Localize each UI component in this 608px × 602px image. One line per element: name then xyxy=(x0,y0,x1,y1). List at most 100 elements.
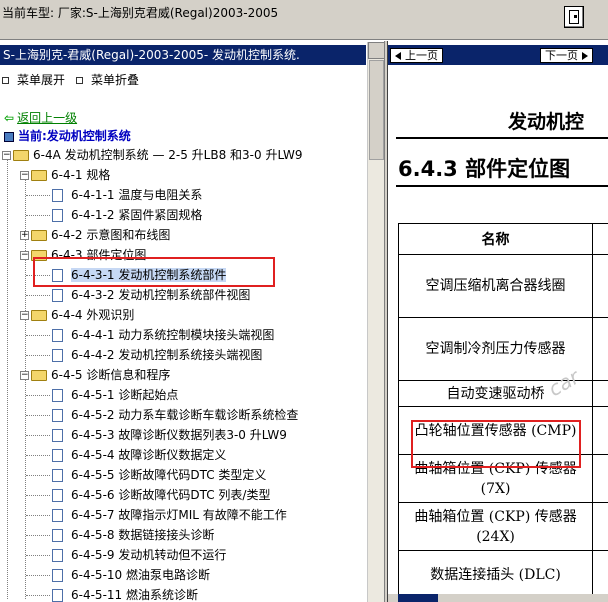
tree-item-label: 6-4-5-2 动力系车载诊断车载诊断系统检查 xyxy=(71,408,299,422)
scroll-thumb[interactable] xyxy=(398,594,438,602)
tree-doc-item[interactable]: 6-4-5-11 燃油系统诊断 xyxy=(52,585,198,602)
tree-header: S-上海别克-君威(Regal)-2003-2005- 发动机控制系统. xyxy=(0,45,366,65)
expand-all-button[interactable]: 菜单展开 xyxy=(2,71,65,88)
tree-doc-item[interactable]: 6-4-1-1 温度与电阻关系 xyxy=(52,185,202,205)
tree-folder-item[interactable]: − 6-4-1 规格 xyxy=(20,165,110,185)
back-link[interactable]: ⇦ 返回上一级 xyxy=(4,109,77,126)
highlight-box-tree xyxy=(33,257,275,287)
arrow-right-icon xyxy=(582,52,588,60)
document-icon xyxy=(52,489,63,502)
document-icon xyxy=(52,289,63,302)
collapse-icon[interactable]: − xyxy=(20,371,29,380)
scroll-up-button[interactable] xyxy=(368,42,385,59)
document-icon xyxy=(52,569,63,582)
tree-item-label: 6-4-2 示意图和布线图 xyxy=(51,228,171,242)
document-icon xyxy=(52,529,63,542)
tree-item-label: 6-4-1-1 温度与电阻关系 xyxy=(71,188,203,202)
tree-item-label: 6-4-1-2 紧固件紧固规格 xyxy=(71,208,203,222)
current-location: 当前:发动机控制系统 xyxy=(4,127,131,144)
tree-folder-item[interactable]: − 6-4-5 诊断信息和程序 xyxy=(20,365,170,385)
tree-item-label: 6-4-5-4 故障诊断仪数据定义 xyxy=(71,448,227,462)
tree-folder-item[interactable]: − 6-4-4 外观识别 xyxy=(20,305,134,325)
tree-doc-item[interactable]: 6-4-5-7 故障指示灯MIL 有故障不能工作 xyxy=(52,505,287,525)
doc-rule xyxy=(396,137,608,139)
tree-doc-item[interactable]: 6-4-5-6 诊断故障代码DTC 列表/类型 xyxy=(52,485,270,505)
arrow-left-icon xyxy=(395,52,401,60)
document-icon xyxy=(52,449,63,462)
tree-item-label: 6-4-5-9 发动机转动但不运行 xyxy=(71,548,227,562)
tree-folder-item[interactable]: +6-4-2 示意图和布线图 xyxy=(20,225,170,245)
tree-item-label: 6-4-1 规格 xyxy=(51,168,111,182)
tree-doc-item[interactable]: 6-4-5-1 诊断起始点 xyxy=(52,385,178,405)
tree-doc-item[interactable]: 6-4-5-3 故障诊断仪数据列表3-0 升LW9 xyxy=(52,425,287,445)
document-icon xyxy=(52,549,63,562)
tree-root[interactable]: −6-4A 发动机控制系统 — 2-5 升LB8 和3-0 升LW9 xyxy=(2,145,303,165)
tree-item-label: 6-4-5-11 燃油系统诊断 xyxy=(71,588,198,602)
part-name-cell: 空调压缩机离合器线圈 xyxy=(397,254,594,318)
table-header-row: 名称 xyxy=(397,223,608,255)
doc-heading: 发动机控 xyxy=(508,111,585,133)
tree-item-label: 6-4-5 诊断信息和程序 xyxy=(51,368,171,382)
tree-panel: S-上海别克-君威(Regal)-2003-2005- 发动机控制系统. 菜单展… xyxy=(0,41,385,602)
part-name-cell: 数据连接插头 (DLC) xyxy=(397,550,594,599)
collapse-icon[interactable]: − xyxy=(20,311,29,320)
tree-doc-item[interactable]: 6-4-5-5 诊断故障代码DTC 类型定义 xyxy=(52,465,266,485)
doc-horizontal-scrollbar[interactable] xyxy=(388,594,608,602)
folder-icon xyxy=(31,310,47,321)
tree-scrollbar[interactable] xyxy=(367,42,385,602)
expand-icon[interactable]: + xyxy=(20,231,29,240)
collapse-all-label: 菜单折叠 xyxy=(91,73,140,87)
doc-rule xyxy=(396,185,608,187)
folder-icon xyxy=(31,230,47,241)
tree-doc-item[interactable]: 6-4-4-2 发动机控制系统接头端视图 xyxy=(52,345,262,365)
tree-item-label: 6-4-5-3 故障诊断仪数据列表3-0 升LW9 xyxy=(71,428,287,442)
collapse-all-button[interactable]: 菜单折叠 xyxy=(76,71,139,88)
expand-square-icon xyxy=(2,77,9,84)
tree-item-label: 6-4-4-1 动力系统控制模块接头端视图 xyxy=(71,328,275,342)
back-link-label: 返回上一级 xyxy=(17,111,78,125)
document-icon xyxy=(52,329,63,342)
document-icon xyxy=(52,189,63,202)
next-page-button[interactable]: 下一页 xyxy=(540,48,593,63)
highlight-box-table xyxy=(411,420,581,468)
document-icon xyxy=(52,349,63,362)
document-panel: 上一页 下一页 发动机控 6.4.3 部件定位图 名称 空调压缩机离合器线圈 空调… xyxy=(388,41,608,602)
folder-icon xyxy=(31,370,47,381)
table-row: 空调制冷剂压力传感器 xyxy=(397,317,608,381)
table-row: 数据连接插头 (DLC) xyxy=(397,550,608,599)
scroll-thumb[interactable] xyxy=(369,60,384,160)
tree-doc-item[interactable]: 6-4-1-2 紧固件紧固规格 xyxy=(52,205,202,225)
tree-doc-item[interactable]: 6-4-5-9 发动机转动但不运行 xyxy=(52,545,226,565)
tree-doc-item[interactable]: 6-4-5-10 燃油泵电路诊断 xyxy=(52,565,210,585)
tree-item-label: 6-4-3-2 发动机控制系统部件视图 xyxy=(71,288,251,302)
folder-icon xyxy=(31,170,47,181)
back-arrow-icon: ⇦ xyxy=(4,111,15,125)
computer-icon xyxy=(4,131,14,142)
document-icon xyxy=(52,389,63,402)
tree-root-label: 6-4A 发动机控制系统 — 2-5 升LB8 和3-0 升LW9 xyxy=(33,148,303,162)
part-name-cell: 曲轴箱位置 (CKP) 传感器 (24X) xyxy=(397,502,594,551)
prev-page-button[interactable]: 上一页 xyxy=(390,48,443,63)
collapse-icon[interactable]: − xyxy=(20,251,29,260)
tree-doc-item[interactable]: 6-4-3-2 发动机控制系统部件视图 xyxy=(52,285,250,305)
tree-doc-item[interactable]: 6-4-5-4 故障诊断仪数据定义 xyxy=(52,445,226,465)
tree-item-label: 6-4-4-2 发动机控制系统接头端视图 xyxy=(71,348,263,362)
document-icon xyxy=(52,469,63,482)
document-icon xyxy=(52,209,63,222)
top-bar: 当前车型: 厂家:S-上海别克君威(Regal)2003-2005 xyxy=(0,0,608,40)
document-icon xyxy=(52,429,63,442)
table-header-name: 名称 xyxy=(397,223,594,255)
door-exit-icon xyxy=(569,10,579,24)
document-icon xyxy=(52,509,63,522)
expand-all-label: 菜单展开 xyxy=(17,73,66,87)
tree-item-label: 6-4-5-10 燃油泵电路诊断 xyxy=(71,568,210,582)
tree-doc-item[interactable]: 6-4-4-1 动力系统控制模块接头端视图 xyxy=(52,325,274,345)
collapse-icon[interactable]: − xyxy=(20,171,29,180)
current-vehicle-title: 当前车型: 厂家:S-上海别克君威(Regal)2003-2005 xyxy=(2,6,279,20)
tree-item-label: 6-4-5-8 数据链接接头诊断 xyxy=(71,528,215,542)
folder-open-icon xyxy=(13,150,29,161)
tree-doc-item[interactable]: 6-4-5-2 动力系车载诊断车载诊断系统检查 xyxy=(52,405,298,425)
collapse-square-icon xyxy=(76,77,83,84)
tree-doc-item[interactable]: 6-4-5-8 数据链接接头诊断 xyxy=(52,525,214,545)
exit-button[interactable] xyxy=(564,6,584,28)
